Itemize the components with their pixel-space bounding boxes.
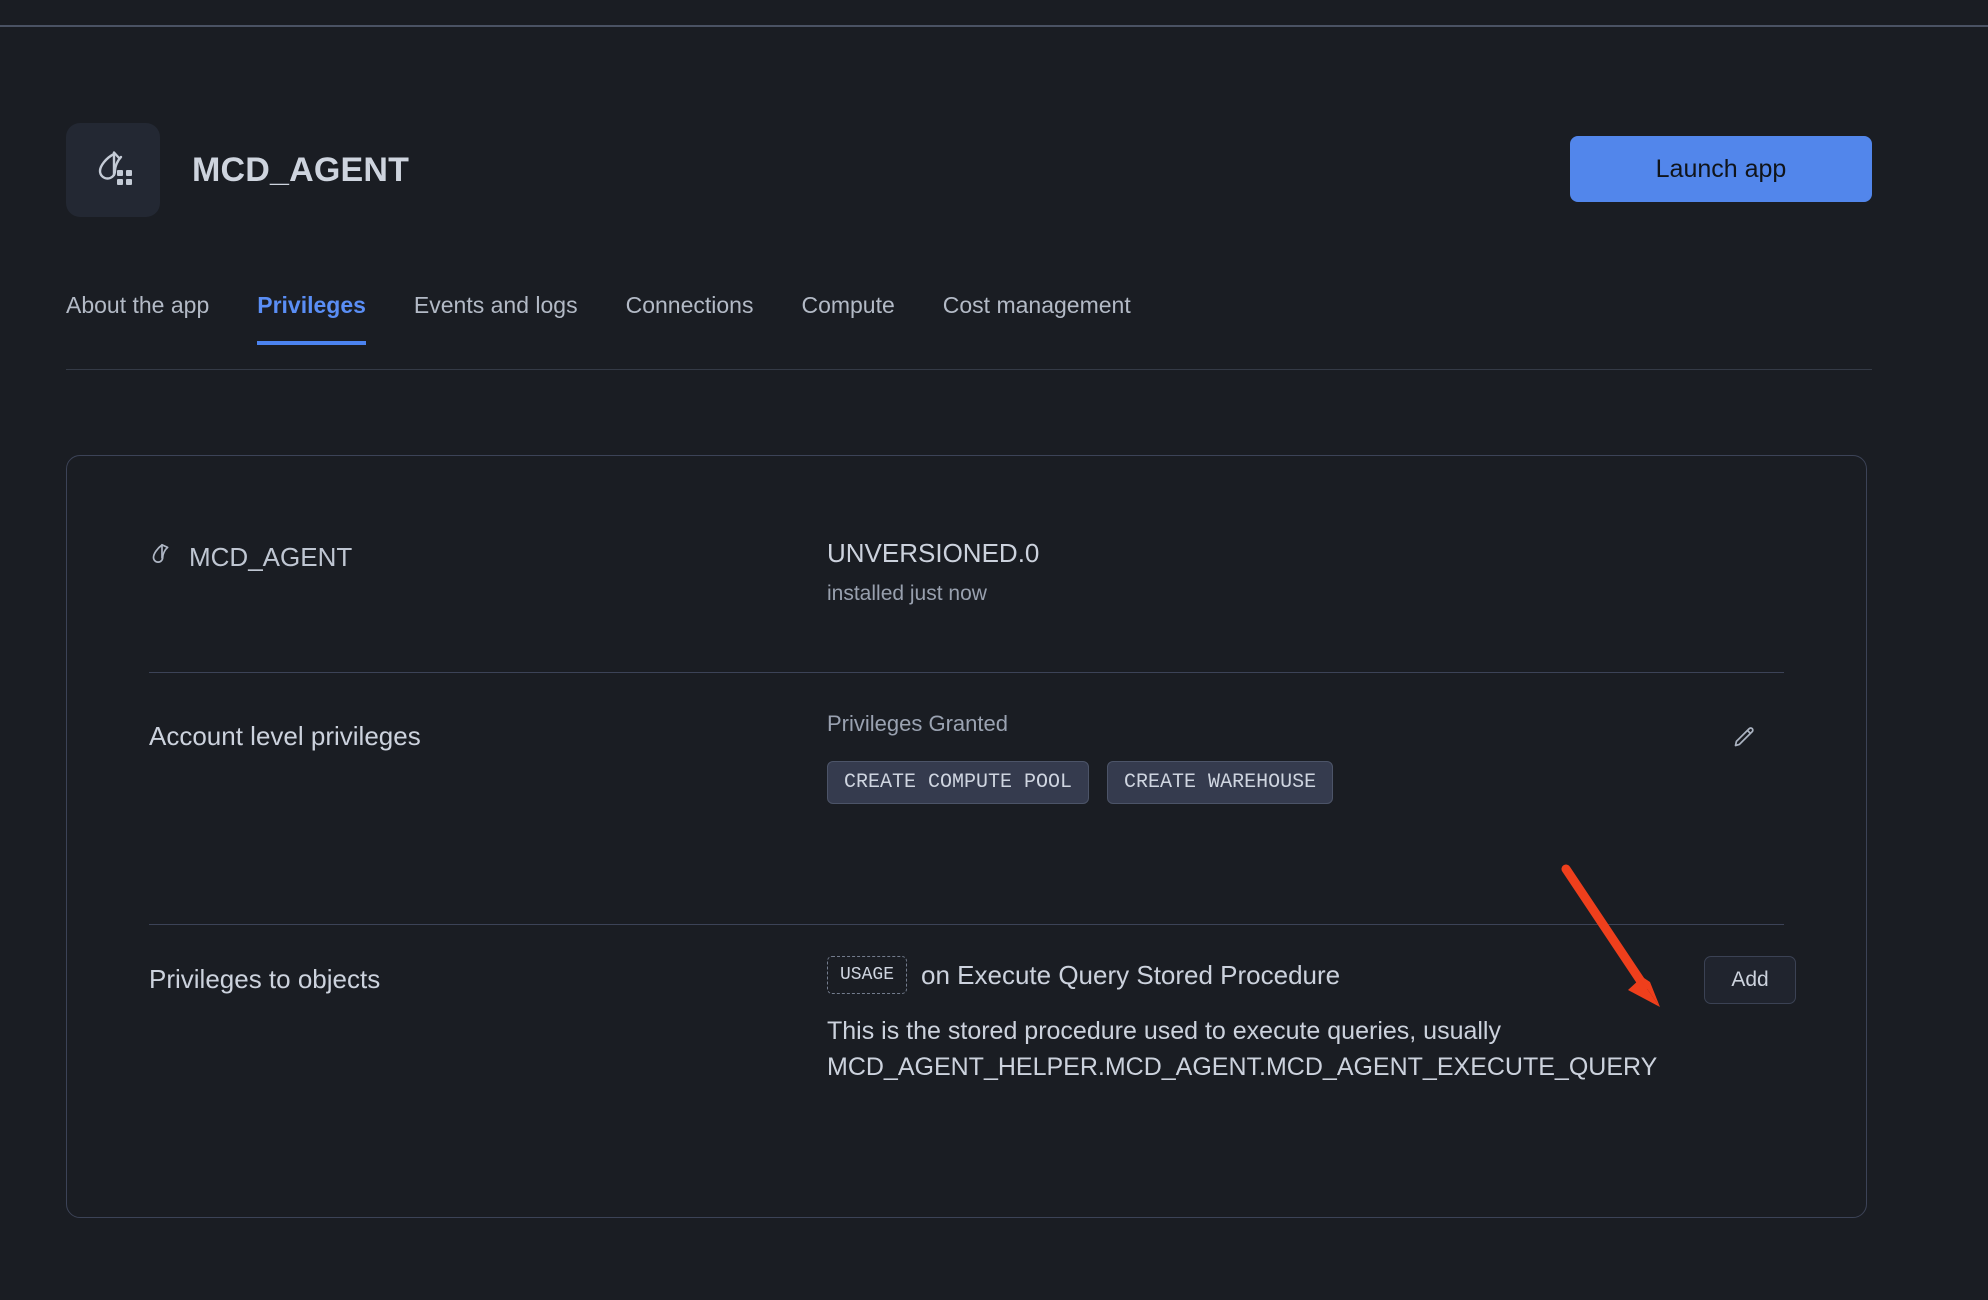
app-name-label: MCD_AGENT — [189, 542, 353, 572]
tab-compute[interactable]: Compute — [801, 292, 894, 345]
app-loop-icon — [149, 541, 175, 574]
privilege-badge-usage: USAGE — [827, 956, 908, 994]
account-privilege-badges: CREATE COMPUTE POOL CREATE WAREHOUSE — [827, 761, 1866, 804]
install-status: installed just now — [827, 582, 987, 605]
launch-app-button[interactable]: Launch app — [1570, 136, 1872, 202]
account-privileges-row: Account level privileges Privileges Gran… — [67, 711, 1866, 891]
object-privilege-target: on Execute Query Stored Procedure — [921, 959, 1341, 990]
account-privileges-value: Privileges Granted CREATE COMPUTE POOL C… — [827, 711, 1866, 891]
account-privileges-label: Account level privileges — [149, 721, 421, 751]
tab-cost-management[interactable]: Cost management — [943, 292, 1131, 345]
tab-privileges[interactable]: Privileges — [257, 292, 366, 345]
edit-account-privileges-button[interactable] — [1722, 717, 1766, 761]
top-divider — [0, 25, 1988, 27]
card-divider-2 — [149, 924, 1784, 925]
version-label: UNVERSIONED.0 — [827, 538, 1040, 568]
page-header: MCD_AGENT Launch app — [66, 118, 1872, 222]
object-privilege-description: This is the stored procedure used to exe… — [827, 1017, 1658, 1081]
app-version-cell: UNVERSIONED.0 installed just now — [827, 486, 1866, 606]
tab-connections[interactable]: Connections — [626, 292, 754, 345]
privileges-granted-label: Privileges Granted — [827, 711, 1008, 736]
page-title: MCD_AGENT — [192, 150, 410, 189]
tab-events-and-logs[interactable]: Events and logs — [414, 292, 578, 345]
app-details-page: MCD_AGENT Launch app About the app Privi… — [0, 0, 1988, 1300]
card-divider-1 — [149, 672, 1784, 673]
object-privileges-row: Privileges to objects USAGE on Execute Q… — [67, 956, 1866, 1156]
object-privileges-value: USAGE on Execute Query Stored Procedure … — [827, 956, 1866, 1156]
privileges-card: MCD_AGENT UNVERSIONED.0 installed just n… — [66, 455, 1867, 1218]
pencil-edit-icon — [1729, 723, 1759, 756]
privilege-badge-create-compute-pool: CREATE COMPUTE POOL — [827, 761, 1090, 804]
tab-bar: About the app Privileges Events and logs… — [66, 292, 1872, 370]
app-loop-grid-icon — [90, 145, 136, 196]
app-version-row: MCD_AGENT UNVERSIONED.0 installed just n… — [67, 486, 1866, 621]
app-logo-tile — [66, 123, 160, 217]
object-privileges-label: Privileges to objects — [149, 964, 381, 994]
tab-about-the-app[interactable]: About the app — [66, 292, 209, 345]
privilege-badge-create-warehouse: CREATE WAREHOUSE — [1107, 761, 1334, 804]
app-name-cell: MCD_AGENT — [67, 486, 827, 574]
add-button[interactable]: Add — [1704, 956, 1796, 1004]
